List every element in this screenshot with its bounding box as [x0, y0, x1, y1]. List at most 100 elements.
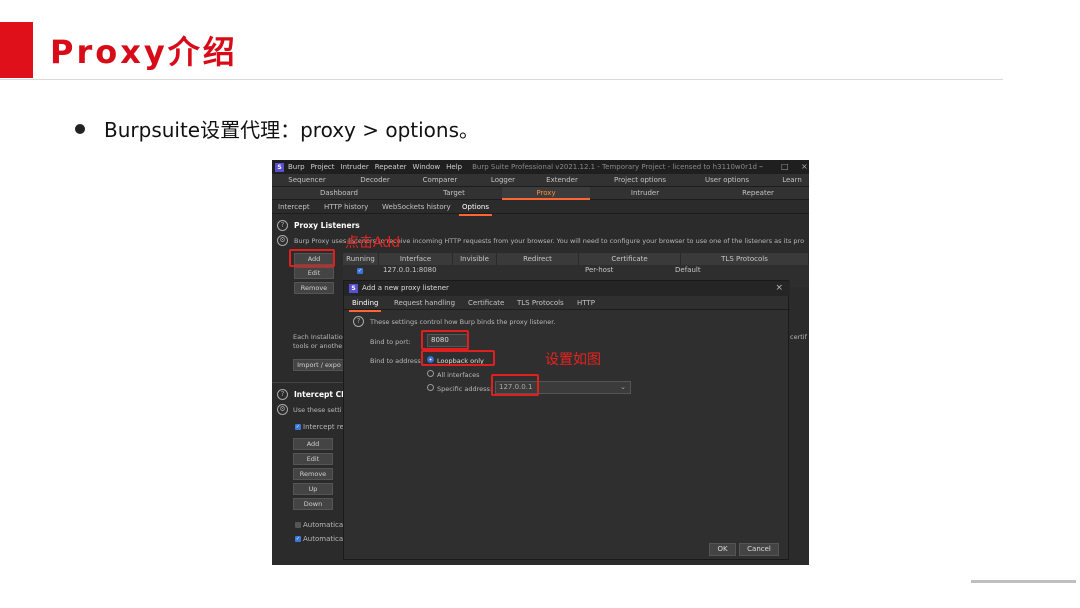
dialog-help-text: These settings control how Burp binds th… — [370, 318, 556, 326]
section-divider — [272, 382, 344, 383]
subtab-intercept[interactable]: Intercept — [278, 201, 310, 214]
help-icon-2[interactable]: ? — [277, 389, 288, 400]
proxy-listeners-title: Proxy Listeners — [294, 221, 360, 230]
gear-icon-2[interactable]: ⚙ — [277, 404, 288, 415]
slide-title: Proxy介绍 — [50, 33, 238, 71]
ok-button[interactable]: OK — [709, 543, 736, 556]
column-redirect[interactable]: Redirect — [497, 253, 579, 265]
auto-update-checkbox[interactable]: ✓ — [295, 536, 301, 542]
dialog-tab-tls-protocols[interactable]: TLS Protocols — [517, 296, 564, 310]
address-highlight-box — [491, 374, 539, 396]
intercept-requests-checkbox[interactable]: ✓ — [295, 424, 301, 430]
dialog-tabs: Binding Request handling Certificate TLS… — [344, 296, 790, 312]
burp-logo-icon: S — [275, 162, 284, 172]
title-divider — [0, 79, 1003, 80]
all-interfaces-radio[interactable] — [427, 370, 434, 377]
tab-target[interactable]: Target — [432, 187, 476, 200]
tab-comparer[interactable]: Comparer — [415, 174, 465, 187]
edit-listener-button[interactable]: Edit — [294, 267, 334, 279]
ca-description-line2: tools or anothe — [293, 342, 343, 350]
listener-certificate: Per-host — [585, 266, 614, 274]
footer-rule — [971, 580, 1076, 583]
intercept-requests-label: Intercept req — [303, 423, 349, 431]
minimize-icon[interactable]: – — [759, 162, 763, 171]
auto-update-label: Automatical — [303, 535, 346, 543]
tab-intruder[interactable]: Intruder — [622, 187, 668, 200]
port-highlight-box — [421, 330, 469, 350]
table-header: Running Interface Invisible Redirect Cer… — [343, 253, 809, 265]
title-accent-bar — [0, 22, 33, 78]
column-invisible[interactable]: Invisible — [453, 253, 497, 265]
tab-sequencer[interactable]: Sequencer — [282, 174, 332, 187]
ca-description-suffix: certif — [790, 333, 807, 341]
help-icon[interactable]: ? — [277, 220, 288, 231]
tab-proxy[interactable]: Proxy — [502, 187, 590, 200]
subtab-options[interactable]: Options — [459, 201, 493, 216]
specific-address-label: Specific address: — [437, 385, 493, 393]
dialog-title-bar: S Add a new proxy listener × — [344, 281, 790, 296]
column-tls-protocols[interactable]: TLS Protocols — [681, 253, 809, 265]
menu-project[interactable]: Project — [311, 163, 335, 171]
subtab-http-history[interactable]: HTTP history — [324, 201, 368, 214]
column-certificate[interactable]: Certificate — [579, 253, 681, 265]
dialog-help-icon[interactable]: ? — [353, 316, 364, 327]
loopback-highlight-box — [421, 350, 495, 366]
import-export-ca-button[interactable]: Import / expo — [293, 359, 345, 371]
add-rule-button[interactable]: Add — [293, 438, 333, 450]
auto-fix-label: Automatical — [303, 521, 346, 529]
all-interfaces-label: All interfaces — [437, 371, 480, 379]
tab-project-options[interactable]: Project options — [609, 174, 671, 187]
tab-decoder[interactable]: Decoder — [350, 174, 400, 187]
running-checkbox[interactable]: ✓ — [357, 268, 363, 274]
dialog-burp-icon: S — [349, 283, 358, 293]
tab-repeater[interactable]: Repeater — [732, 187, 784, 200]
listener-tls: Default — [675, 266, 701, 274]
remove-rule-button[interactable]: Remove — [293, 468, 333, 480]
dialog-tab-binding[interactable]: Binding — [349, 296, 382, 312]
bullet-dot — [75, 124, 85, 134]
chevron-down-icon: ⌄ — [620, 383, 626, 391]
ca-description-line1: Each Installatio — [293, 333, 343, 341]
port-label: Bind to port: — [370, 338, 411, 346]
menu-bar: S Burp Project Intruder Repeater Window … — [272, 160, 809, 174]
cancel-button[interactable]: Cancel — [739, 543, 779, 556]
set-as-shown-annotation: 设置如图 — [545, 352, 601, 368]
address-label: Bind to address: — [370, 357, 423, 365]
column-running[interactable]: Running — [343, 253, 379, 265]
maximize-icon[interactable]: □ — [781, 162, 789, 171]
edit-rule-button[interactable]: Edit — [293, 453, 333, 465]
menu-help[interactable]: Help — [446, 163, 462, 171]
proxy-subtabs: Intercept HTTP history WebSockets histor… — [272, 201, 809, 216]
dialog-tab-request-handling[interactable]: Request handling — [394, 296, 455, 310]
window-title: Burp Suite Professional v2021.12.1 - Tem… — [472, 163, 757, 171]
tab-user-options[interactable]: User options — [698, 174, 756, 187]
up-rule-button[interactable]: Up — [293, 483, 333, 495]
menu-repeater[interactable]: Repeater — [375, 163, 407, 171]
subtab-websockets-history[interactable]: WebSockets history — [382, 201, 451, 214]
tab-logger[interactable]: Logger — [478, 174, 528, 187]
dialog-close-icon[interactable]: × — [775, 281, 783, 296]
add-highlight-box — [289, 249, 335, 267]
tab-extender[interactable]: Extender — [537, 174, 587, 187]
gear-icon[interactable]: ⚙ — [277, 235, 288, 246]
menu-window[interactable]: Window — [413, 163, 441, 171]
close-window-icon[interactable]: × — [801, 162, 808, 171]
down-rule-button[interactable]: Down — [293, 498, 333, 510]
tool-tabs-row-2: Dashboard Target Proxy Intruder Repeater — [272, 187, 809, 200]
intercept-client-description: Use these setti — [293, 406, 342, 414]
add-proxy-listener-dialog: S Add a new proxy listener × Binding Requ… — [343, 280, 790, 560]
click-add-annotation: 点击Add — [345, 235, 401, 251]
auto-fix-checkbox[interactable] — [295, 522, 301, 528]
menu-intruder[interactable]: Intruder — [341, 163, 369, 171]
dialog-tab-http[interactable]: HTTP — [577, 296, 595, 310]
listener-interface[interactable]: 127.0.0.1:8080 — [383, 265, 437, 276]
remove-listener-button[interactable]: Remove — [294, 282, 334, 294]
menu-burp[interactable]: Burp — [288, 163, 305, 171]
tab-learn[interactable]: Learn — [777, 174, 807, 187]
dialog-title: Add a new proxy listener — [362, 284, 449, 292]
tab-dashboard[interactable]: Dashboard — [312, 187, 366, 200]
dialog-tab-certificate[interactable]: Certificate — [468, 296, 504, 310]
specific-address-radio[interactable] — [427, 384, 434, 391]
column-interface[interactable]: Interface — [379, 253, 453, 265]
intercept-client-title: Intercept Cli — [294, 390, 347, 399]
